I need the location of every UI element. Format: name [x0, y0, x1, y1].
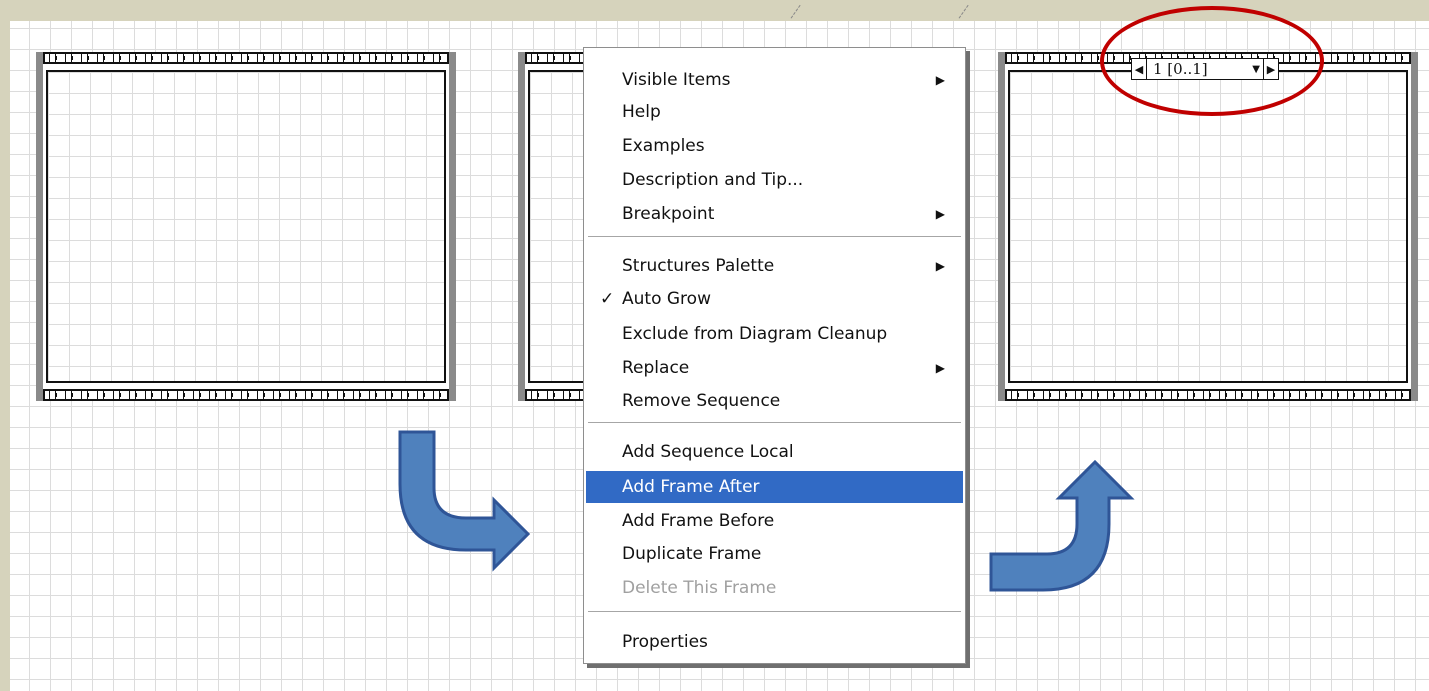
curved-arrow-down-right — [398, 430, 531, 572]
submenu-arrow-icon: ▶ — [935, 259, 945, 273]
menu-item-label: Replace — [622, 358, 690, 378]
film-strip-bottom — [1005, 389, 1411, 401]
menu-item-duplicate-frame[interactable]: Duplicate Frame — [586, 538, 963, 570]
menu-item-remove-sequence[interactable]: Remove Sequence — [586, 385, 963, 417]
menu-item-label: Properties — [622, 632, 708, 652]
menu-separator — [588, 422, 961, 424]
menu-item-label: Help — [622, 102, 661, 122]
menu-item-label: Exclude from Diagram Cleanup — [622, 324, 888, 344]
menu-item-add-frame-after[interactable]: Add Frame After — [586, 471, 963, 503]
connector-dash — [958, 4, 970, 20]
curved-arrow-right-up — [989, 459, 1135, 592]
check-icon: ✓ — [600, 289, 615, 309]
submenu-arrow-icon: ▶ — [935, 207, 945, 221]
menu-item-auto-grow[interactable]: ✓ Auto Grow — [586, 283, 963, 315]
menu-item-exclude-from-diagram-cleanup[interactable]: Exclude from Diagram Cleanup — [586, 318, 963, 350]
menu-item-label: Description and Tip... — [622, 170, 804, 190]
menu-item-label: Duplicate Frame — [622, 544, 762, 564]
menu-item-label: Add Sequence Local — [622, 442, 794, 462]
submenu-arrow-icon: ▶ — [935, 361, 945, 375]
menu-item-label: Examples — [622, 136, 705, 156]
menu-item-add-frame-before[interactable]: Add Frame Before — [586, 505, 963, 537]
menu-item-visible-items[interactable]: Visible Items ▶ — [586, 64, 963, 96]
sequence-frame-area[interactable] — [46, 70, 446, 383]
annotation-ellipse — [1100, 6, 1324, 116]
submenu-arrow-icon: ▶ — [935, 73, 945, 87]
menu-item-label: Add Frame Before — [622, 511, 775, 531]
menu-item-description-and-tip[interactable]: Description and Tip... — [586, 164, 963, 196]
menu-item-label: Visible Items — [622, 70, 731, 90]
menu-item-label: Auto Grow — [622, 289, 711, 309]
menu-item-examples[interactable]: Examples — [586, 130, 963, 162]
menu-item-delete-this-frame: Delete This Frame — [586, 572, 963, 604]
menu-separator — [588, 611, 961, 613]
film-strip-bottom — [43, 389, 449, 401]
menu-item-replace[interactable]: Replace ▶ — [586, 352, 963, 384]
menu-item-structures-palette[interactable]: Structures Palette ▶ — [586, 250, 963, 282]
context-menu: Visible Items ▶ Help Examples Descriptio… — [583, 47, 966, 664]
menu-item-label: Delete This Frame — [622, 578, 777, 598]
menu-item-label: Breakpoint — [622, 204, 715, 224]
menu-item-add-sequence-local[interactable]: Add Sequence Local — [586, 436, 963, 468]
sequence-frame-area[interactable] — [1008, 70, 1408, 383]
menu-item-label: Structures Palette — [622, 256, 775, 276]
connector-dash — [790, 4, 802, 20]
menu-item-label: Remove Sequence — [622, 391, 781, 411]
film-strip-top — [43, 52, 449, 64]
menu-separator — [588, 236, 961, 238]
menu-item-label: Add Frame After — [622, 477, 760, 497]
sequence-structure-before[interactable] — [36, 52, 456, 401]
menu-item-properties[interactable]: Properties — [586, 626, 963, 658]
menu-item-breakpoint[interactable]: Breakpoint ▶ — [586, 198, 963, 230]
menu-item-help[interactable]: Help — [586, 96, 963, 128]
